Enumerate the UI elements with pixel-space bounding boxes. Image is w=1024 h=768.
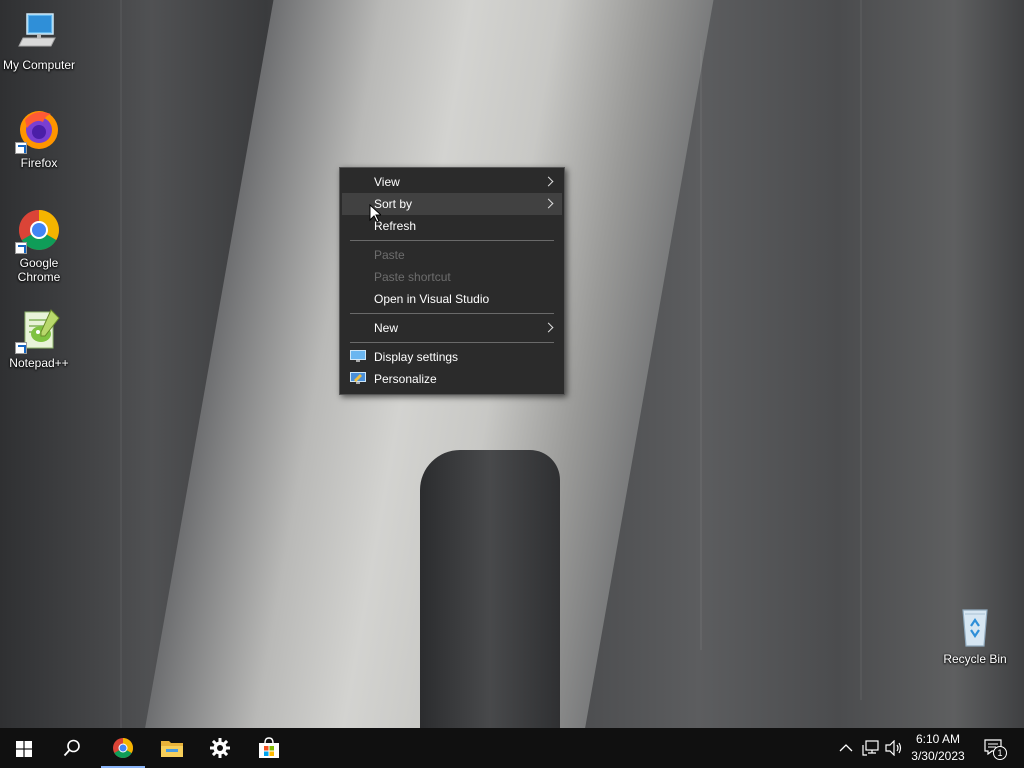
computer-icon bbox=[15, 8, 63, 56]
menu-item-personalize[interactable]: Personalize bbox=[342, 368, 562, 390]
desktop-icon-label: Firefox bbox=[20, 156, 58, 170]
taskbar-settings-button[interactable] bbox=[196, 728, 244, 768]
wallpaper-streak bbox=[120, 0, 122, 728]
menu-item-label: View bbox=[374, 175, 400, 189]
chevron-up-icon[interactable] bbox=[839, 743, 853, 753]
network-icon[interactable] bbox=[862, 740, 880, 756]
menu-item-label: Paste shortcut bbox=[374, 270, 451, 284]
taskbar-store-button[interactable] bbox=[245, 728, 293, 768]
start-button[interactable] bbox=[0, 728, 48, 768]
action-center-button[interactable]: 1 bbox=[978, 728, 1024, 768]
desktop-icon-recycle-bin[interactable]: Recycle Bin bbox=[937, 602, 1013, 666]
desktop-icon-label: Google Chrome bbox=[17, 256, 61, 284]
menu-item-label: Open in Visual Studio bbox=[374, 292, 490, 306]
desktop-icon-notepadpp[interactable]: Notepad++ bbox=[1, 306, 77, 370]
notepadpp-icon bbox=[15, 306, 63, 354]
taskbar: 6:10 AM 3/30/2023 1 bbox=[0, 728, 1024, 768]
menu-separator bbox=[350, 313, 554, 314]
menu-item-paste-shortcut: Paste shortcut bbox=[342, 266, 562, 288]
menu-separator bbox=[350, 240, 554, 241]
desktop-icon-label: Recycle Bin bbox=[943, 652, 1007, 666]
desktop-icon-google-chrome[interactable]: Google Chrome bbox=[1, 206, 77, 284]
chevron-right-icon bbox=[543, 176, 554, 187]
shortcut-arrow-icon bbox=[15, 242, 27, 254]
folder-icon bbox=[161, 741, 183, 757]
taskbar-file-explorer-button[interactable] bbox=[148, 728, 196, 768]
menu-item-label: New bbox=[374, 321, 399, 335]
mouse-cursor-icon bbox=[369, 204, 381, 223]
personalize-icon bbox=[350, 372, 366, 384]
menu-item-paste: Paste bbox=[342, 244, 562, 266]
desktop-icon-label: Notepad++ bbox=[9, 356, 69, 370]
menu-item-label: Personalize bbox=[374, 372, 437, 386]
wallpaper-rock-pillar bbox=[420, 450, 560, 728]
clock-time[interactable]: 6:10 AM bbox=[904, 732, 972, 746]
display-icon bbox=[350, 350, 366, 362]
menu-item-display-settings[interactable]: Display settings bbox=[342, 346, 562, 368]
search-icon bbox=[63, 739, 80, 757]
shortcut-arrow-icon bbox=[15, 142, 27, 154]
menu-item-label: Display settings bbox=[374, 350, 459, 364]
menu-item-open-in-visual-studio[interactable]: Open in Visual Studio bbox=[342, 288, 562, 310]
firefox-icon bbox=[15, 106, 63, 154]
gear-icon bbox=[210, 738, 230, 758]
taskbar-chrome-button[interactable] bbox=[99, 728, 147, 768]
store-icon bbox=[259, 737, 279, 758]
chevron-right-icon bbox=[543, 198, 554, 209]
chevron-right-icon bbox=[543, 322, 554, 333]
search-button[interactable] bbox=[48, 728, 96, 768]
shortcut-arrow-icon bbox=[15, 342, 27, 354]
desktop-icon-my-computer[interactable]: My Computer bbox=[1, 8, 77, 72]
menu-separator bbox=[350, 342, 554, 343]
desktop-icon-label: My Computer bbox=[2, 58, 76, 72]
wallpaper-streak bbox=[700, 50, 702, 650]
chrome-icon bbox=[113, 738, 133, 758]
notification-count-badge: 1 bbox=[993, 746, 1007, 760]
recycle-bin-icon bbox=[951, 602, 999, 650]
clock-date[interactable]: 3/30/2023 bbox=[904, 749, 972, 763]
wallpaper-streak bbox=[860, 0, 862, 700]
windows-start-icon bbox=[16, 741, 32, 757]
desktop-context-menu: View Sort by Refresh Paste Paste shortcu… bbox=[339, 167, 565, 395]
desktop-icon-firefox[interactable]: Firefox bbox=[1, 106, 77, 170]
menu-item-label: Paste bbox=[374, 248, 405, 262]
menu-item-new[interactable]: New bbox=[342, 317, 562, 339]
menu-item-view[interactable]: View bbox=[342, 171, 562, 193]
volume-icon[interactable] bbox=[885, 740, 903, 756]
chrome-icon bbox=[15, 206, 63, 254]
